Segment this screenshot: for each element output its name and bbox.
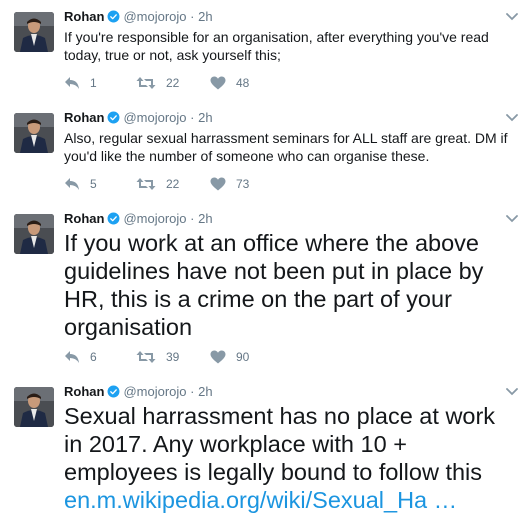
avatar[interactable]	[14, 387, 54, 427]
verified-badge-icon	[107, 10, 120, 23]
tweet[interactable]: Rohan @mojorojo · 2h Also, regular sexual…	[0, 101, 530, 203]
avatar[interactable]	[14, 113, 54, 153]
reply-button[interactable]: 6	[64, 349, 97, 365]
retweet-button[interactable]: 22	[136, 75, 179, 91]
tweet-header: Rohan @mojorojo · 2h	[64, 211, 213, 227]
tweet[interactable]: Rohan @mojorojo · 2h Sexual harrassment h…	[0, 375, 530, 518]
author-name[interactable]: Rohan	[64, 384, 104, 399]
chevron-down-icon[interactable]	[506, 214, 518, 224]
tweet-text: Sexual harrassment has no place at work …	[64, 402, 512, 514]
chevron-down-icon[interactable]	[506, 113, 518, 123]
like-button[interactable]: 73	[210, 176, 249, 192]
like-button[interactable]: 90	[210, 349, 249, 365]
like-button[interactable]: 48	[210, 75, 249, 91]
verified-badge-icon	[107, 385, 120, 398]
like-count: 73	[236, 177, 250, 191]
separator: ·	[190, 384, 195, 399]
author-name[interactable]: Rohan	[64, 211, 104, 226]
chevron-down-icon[interactable]	[506, 12, 518, 22]
tweet-header: Rohan @mojorojo · 2h	[64, 110, 213, 126]
retweet-button[interactable]: 22	[136, 176, 179, 192]
retweet-count: 22	[166, 76, 180, 90]
timestamp[interactable]: 2h	[198, 384, 212, 399]
retweet-icon	[136, 351, 156, 363]
separator: ·	[190, 211, 195, 226]
tweet-text: If you're responsible for an organisatio…	[64, 29, 489, 63]
tweet-link[interactable]: en.m.wikipedia.org/wiki/Sexual_Ha …	[64, 487, 457, 513]
tweet-text: Also, regular sexual harrassment seminar…	[64, 130, 508, 164]
heart-icon	[210, 350, 226, 364]
reply-icon	[65, 178, 79, 190]
reply-button[interactable]: 1	[64, 75, 97, 91]
verified-badge-icon	[107, 212, 120, 225]
retweet-count: 39	[166, 350, 180, 364]
reply-count: 1	[90, 76, 97, 90]
author-handle[interactable]: @mojorojo	[123, 110, 186, 125]
like-count: 48	[236, 76, 250, 90]
tweet[interactable]: Rohan @mojorojo · 2h If you work at an of…	[0, 202, 530, 376]
author-handle[interactable]: @mojorojo	[123, 211, 186, 226]
timestamp[interactable]: 2h	[198, 9, 212, 24]
author-name[interactable]: Rohan	[64, 110, 104, 125]
author-name[interactable]: Rohan	[64, 9, 104, 24]
author-handle[interactable]: @mojorojo	[123, 9, 186, 24]
tweet-header: Rohan @mojorojo · 2h	[64, 384, 213, 400]
tweet-header: Rohan @mojorojo · 2h	[64, 9, 213, 25]
separator: ·	[190, 110, 195, 125]
chevron-down-icon[interactable]	[506, 387, 518, 397]
reply-count: 6	[90, 350, 97, 364]
timestamp[interactable]: 2h	[198, 110, 212, 125]
reply-icon	[65, 351, 79, 363]
author-handle[interactable]: @mojorojo	[123, 384, 186, 399]
like-count: 90	[236, 350, 250, 364]
tweet-text: If you work at an office where the above…	[64, 230, 484, 340]
retweet-count: 22	[166, 177, 180, 191]
heart-icon	[210, 177, 226, 191]
retweet-icon	[136, 77, 156, 89]
timestamp[interactable]: 2h	[198, 211, 212, 226]
reply-count: 5	[90, 177, 97, 191]
verified-badge-icon	[107, 111, 120, 124]
tweet[interactable]: Rohan @mojorojo · 2h If you're responsibl…	[0, 0, 530, 102]
tweet-body: Sexual harrassment has no place at work …	[64, 403, 496, 485]
avatar[interactable]	[14, 214, 54, 254]
reply-icon	[65, 77, 79, 89]
separator: ·	[190, 9, 195, 24]
avatar[interactable]	[14, 12, 54, 52]
heart-icon	[210, 76, 226, 90]
retweet-icon	[136, 178, 156, 190]
reply-button[interactable]: 5	[64, 176, 97, 192]
retweet-button[interactable]: 39	[136, 349, 179, 365]
